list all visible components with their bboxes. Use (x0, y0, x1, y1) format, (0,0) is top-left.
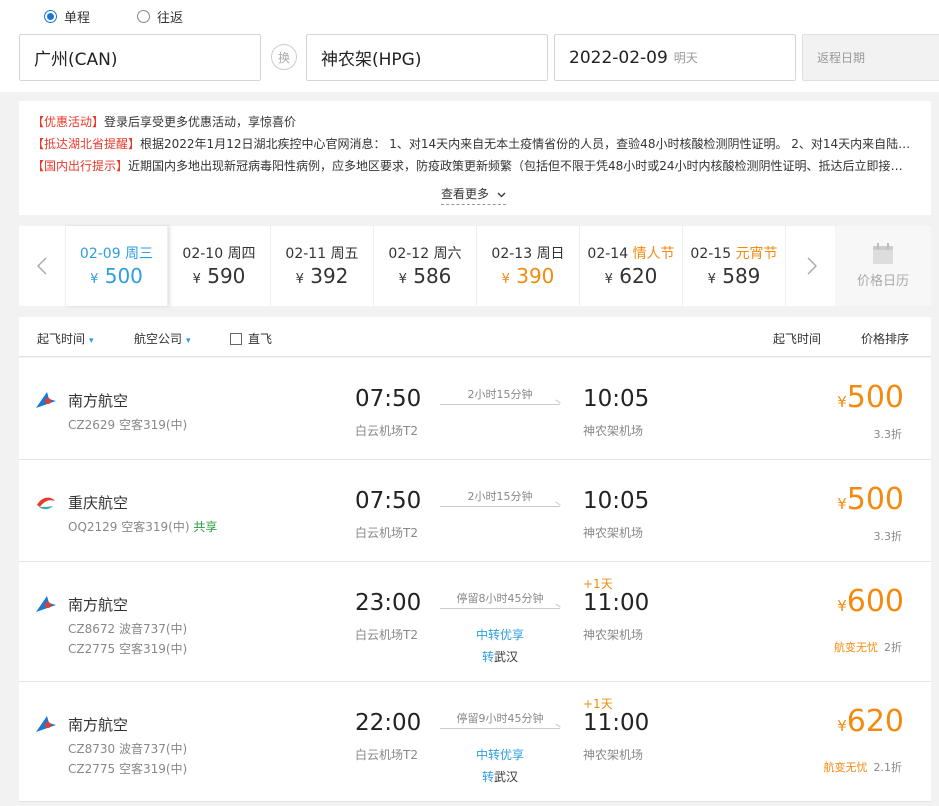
date-cell[interactable]: 02-14 情人节 ¥ 620 (580, 226, 683, 306)
flight-row[interactable]: 重庆航空 OQ2129 空客319(中) 共享 07:50 白云机场T2 2小时… (19, 460, 931, 562)
date-cell[interactable]: 02-09 周三 ¥ 500 (65, 226, 168, 306)
flight-row[interactable]: 南方航空 CZ8730 波音737(中) CZ2775 空客319(中) 22:… (19, 682, 931, 802)
notice-row: 【优惠活动】登录后享受更多优惠活动，享惊喜价 (32, 115, 297, 129)
prev-dates-button[interactable] (19, 226, 65, 306)
price-calendar-button[interactable]: 价格日历 (835, 226, 931, 306)
chongqing-airlines-logo-icon (37, 497, 55, 510)
chevron-left-icon (37, 257, 47, 275)
date-cell[interactable]: 02-13 周日 ¥ 390 (477, 226, 580, 306)
sort-by-price[interactable]: 价格排序 (861, 330, 909, 347)
date-cell[interactable]: 02-10 周四 ¥ 590 (168, 226, 271, 306)
sort-by-time[interactable]: 起飞时间 (773, 330, 821, 347)
flight-row[interactable]: 南方航空 CZ2629 空客319(中) 07:50 白云机场T2 2小时15分… (19, 358, 931, 460)
one-way-radio[interactable]: 单程 (44, 7, 90, 26)
swap-cities-button[interactable]: 换 (271, 44, 297, 70)
notice-row: 【国内出行提示】近期国内多地出现新冠病毒阳性病例，应多地区要求，防疫政策更新频繁… (32, 159, 912, 173)
price-label: ¥600 (837, 584, 904, 619)
depart-date-input[interactable]: 2022-02-09 明天 (554, 34, 796, 81)
view-more-link[interactable]: 查看更多 (441, 185, 506, 205)
airline-filter[interactable]: 航空公司 ▾ (134, 330, 191, 347)
next-dates-button[interactable] (789, 226, 835, 306)
radio-checked-icon (44, 10, 57, 23)
depart-time-filter[interactable]: 起飞时间 ▾ (37, 330, 94, 347)
notice-panel: 【优惠活动】登录后享受更多优惠活动，享惊喜价 【抵达湖北省提醒】根据2022年1… (19, 101, 931, 215)
price-label: ¥620 (837, 704, 904, 739)
price-label: ¥500 (837, 380, 904, 415)
chevron-down-icon: ▾ (89, 336, 94, 346)
china-southern-logo-icon (36, 716, 56, 732)
flight-row[interactable]: 南方航空 CZ8672 波音737(中) CZ2775 空客319(中) 23:… (19, 562, 931, 682)
date-price-bar: 02-09 周三 ¥ 500 02-10 周四 ¥ 590 02-11 周五 ¥… (19, 226, 931, 306)
duration-arrow (440, 608, 560, 609)
search-bar: 单程 往返 广州(CAN) 换 神农架(HPG) 2022-02-09 明天 返… (0, 0, 939, 92)
duration-arrow (440, 506, 560, 507)
filter-bar: 起飞时间 ▾ 航空公司 ▾ 直飞 起飞时间 价格排序 (19, 317, 931, 357)
date-cell[interactable]: 02-15 元宵节 ¥ 589 (683, 226, 786, 306)
date-cell[interactable]: 02-12 周六 ¥ 586 (374, 226, 477, 306)
chevron-right-icon (807, 257, 817, 275)
duration-arrow (440, 728, 560, 729)
round-trip-radio[interactable]: 往返 (137, 7, 183, 26)
to-city-input[interactable]: 神农架(HPG) (306, 34, 548, 81)
china-southern-logo-icon (36, 392, 56, 408)
radio-unchecked-icon (137, 10, 150, 23)
price-label: ¥500 (837, 482, 904, 517)
notice-row: 【抵达湖北省提醒】根据2022年1月12日湖北疾控中心官网消息： 1、对14天内… (32, 137, 912, 151)
china-southern-logo-icon (36, 596, 56, 612)
date-cell[interactable]: 02-11 周五 ¥ 392 (271, 226, 374, 306)
flight-list: 南方航空 CZ2629 空客319(中) 07:50 白云机场T2 2小时15分… (19, 358, 931, 802)
return-date-input[interactable]: 返程日期 (802, 34, 939, 81)
checkbox-icon (230, 333, 242, 345)
chevron-down-icon (497, 192, 506, 198)
from-city-input[interactable]: 广州(CAN) (19, 34, 261, 81)
direct-checkbox[interactable]: 直飞 (230, 330, 272, 347)
duration-arrow (440, 404, 560, 405)
calendar-icon (873, 243, 893, 264)
chevron-down-icon: ▾ (186, 336, 191, 346)
